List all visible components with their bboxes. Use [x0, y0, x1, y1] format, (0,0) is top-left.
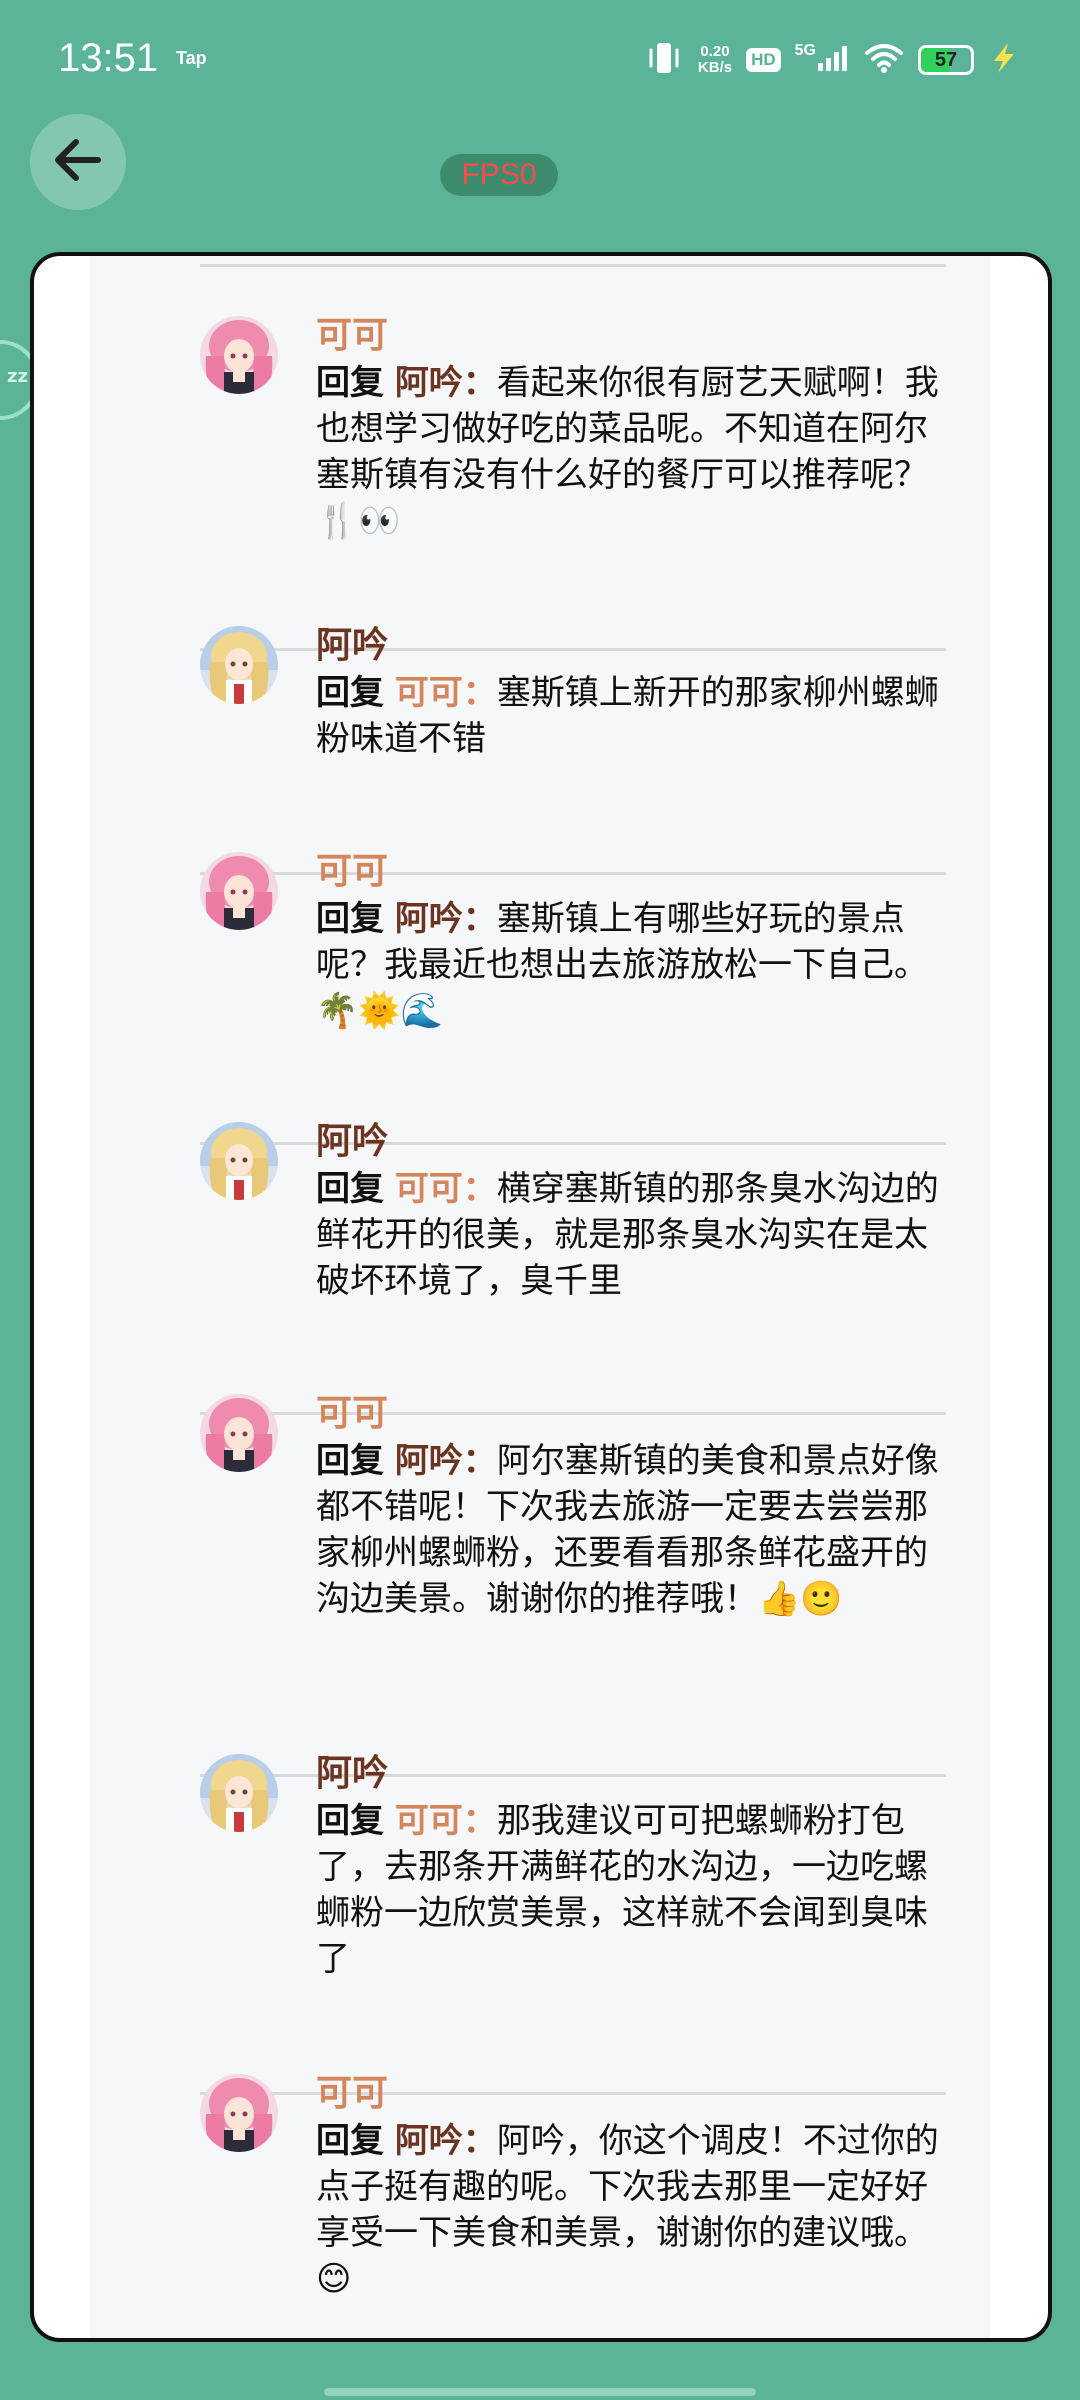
commenter-name[interactable]: 可可 [316, 314, 388, 358]
reply-label: 回复 [316, 673, 384, 713]
comment-dialog: 可可 回复 阿吟：看起来你很有厨艺天赋啊！我也想学习做好吃的菜品呢。不知道在阿尔塞… [30, 252, 1052, 2342]
vibrate-icon [644, 38, 684, 82]
divider [200, 1412, 946, 1415]
status-bar: 13:51 Tap 0.20 KB/s HD 5G 57 [0, 0, 1080, 110]
commenter-name[interactable]: 可可 [316, 850, 388, 894]
floating-bubble-label: zz [7, 366, 28, 387]
comment-text: 回复 可可：那我建议可可把螺蛳粉打包了，去那条开满鲜花的水沟边，一边吃螺蛳粉一边… [316, 1798, 946, 1982]
avatar[interactable] [200, 626, 278, 704]
reply-target[interactable]: 可可： [395, 1169, 497, 1209]
comment-text: 回复 阿吟：看起来你很有厨艺天赋啊！我也想学习做好吃的菜品呢。不知道在阿尔塞斯镇… [316, 360, 946, 544]
commenter-name[interactable]: 阿吟 [316, 1752, 388, 1796]
reply-target[interactable]: 阿吟： [395, 2121, 497, 2161]
reply-target[interactable]: 阿吟： [395, 899, 497, 939]
reply-label: 回复 [316, 363, 384, 403]
back-button[interactable] [30, 114, 126, 210]
battery-level: 57 [934, 49, 958, 71]
comment-text: 回复 可可：横穿塞斯镇的那条臭水沟边的鲜花开的很美，就是那条臭水沟实在是太破坏环… [316, 1166, 946, 1304]
comment-list[interactable]: 可可 回复 阿吟：看起来你很有厨艺天赋啊！我也想学习做好吃的菜品呢。不知道在阿尔塞… [90, 256, 990, 2338]
status-time: 13:51 [58, 36, 159, 80]
net-speed-unit: KB/s [697, 59, 733, 76]
status-icons: 0.20 KB/s HD 5G 57 [644, 32, 1018, 88]
home-indicator[interactable] [324, 2388, 756, 2396]
status-tap-indicator: Tap [176, 48, 207, 68]
charging-icon [988, 41, 1018, 79]
commenter-name[interactable]: 可可 [316, 1392, 388, 1436]
comment-text: 回复 阿吟：阿吟，你这个调皮！不过你的点子挺有趣的呢。下次我去那里一定好好享受一… [316, 2118, 946, 2302]
commenter-name[interactable]: 阿吟 [316, 624, 388, 668]
reply-label: 回复 [316, 1801, 384, 1841]
divider [200, 872, 946, 875]
commenter-name[interactable]: 阿吟 [316, 1120, 388, 1164]
net-speed-value: 0.20 [700, 43, 730, 60]
avatar[interactable] [200, 852, 278, 930]
reply-target[interactable]: 阿吟： [395, 1441, 497, 1481]
signal-icon [816, 43, 850, 77]
network-type: 5G [794, 42, 816, 59]
reply-label: 回复 [316, 899, 384, 939]
reply-label: 回复 [316, 1169, 384, 1209]
avatar[interactable] [200, 1394, 278, 1472]
divider [200, 2092, 946, 2095]
divider [200, 1142, 946, 1145]
reply-target[interactable]: 可可： [395, 1801, 497, 1841]
avatar[interactable] [200, 2074, 278, 2152]
comment-text: 回复 可可：塞斯镇上新开的那家柳州螺蛳粉味道不错 [316, 670, 946, 762]
comment-text: 回复 阿吟：塞斯镇上有哪些好玩的景点呢？我最近也想出去旅游放松一下自己。🌴🌞🌊 [316, 896, 946, 1034]
commenter-name[interactable]: 可可 [316, 2072, 388, 2116]
hd-badge: HD [746, 48, 781, 72]
reply-label: 回复 [316, 2121, 384, 2161]
divider [200, 1774, 946, 1777]
divider [200, 648, 946, 651]
reply-target[interactable]: 阿吟： [395, 363, 497, 403]
avatar[interactable] [200, 1754, 278, 1832]
fps-counter: FPS0 [440, 154, 558, 196]
battery-icon: 57 [918, 45, 974, 75]
wifi-icon [864, 42, 904, 78]
net-speed: 0.20 KB/s [698, 44, 732, 76]
avatar[interactable] [200, 1122, 278, 1200]
reply-target[interactable]: 可可： [395, 673, 497, 713]
divider [200, 264, 946, 267]
reply-label: 回复 [316, 1441, 384, 1481]
arrow-left-icon [48, 130, 108, 194]
avatar[interactable] [200, 316, 278, 394]
comment-text: 回复 阿吟：阿尔塞斯镇的美食和景点好像都不错呢！下次我去旅游一定要去尝尝那家柳州… [316, 1438, 946, 1622]
